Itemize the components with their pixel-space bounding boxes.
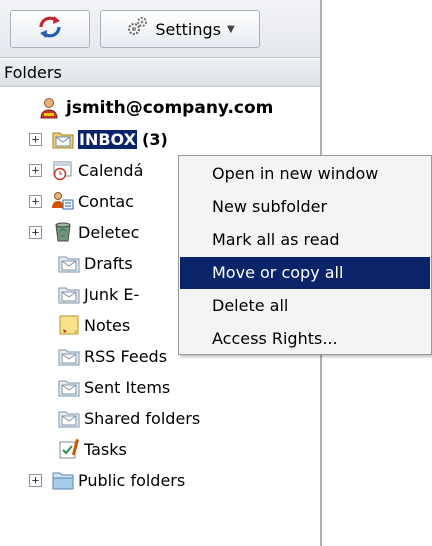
tasks-icon xyxy=(58,438,80,459)
expand-icon[interactable]: + xyxy=(29,133,42,146)
drafts-label: Drafts xyxy=(84,253,133,273)
inbox-folder-icon xyxy=(52,129,74,149)
public-label: Public folders xyxy=(78,470,186,490)
menu-item-mark-all-as-read[interactable]: Mark all as read xyxy=(180,224,430,256)
expand-icon[interactable]: + xyxy=(29,164,42,177)
user-icon xyxy=(38,97,60,119)
context-menu: Open in new window New subfolder Mark al… xyxy=(178,155,432,355)
chevron-down-icon: ▼ xyxy=(226,23,235,35)
expand-icon[interactable]: + xyxy=(29,226,42,239)
expand-icon[interactable]: + xyxy=(29,195,42,208)
account-label: jsmith@company.com xyxy=(66,98,274,118)
refresh-button[interactable] xyxy=(10,10,90,48)
contacts-icon xyxy=(52,191,74,211)
calendar-label: Calendá xyxy=(78,160,144,180)
junk-label: Junk E- xyxy=(84,284,140,304)
expand-icon[interactable]: + xyxy=(29,474,42,487)
inbox-label: INBOX xyxy=(78,129,137,149)
toolbar: Settings ▼ xyxy=(0,0,320,58)
menu-item-new-subfolder[interactable]: New subfolder xyxy=(180,191,430,223)
recycle-bin-icon xyxy=(52,221,74,242)
rss-label: RSS Feeds xyxy=(84,346,168,366)
gear-icon xyxy=(125,15,149,43)
shared-label: Shared folders xyxy=(84,408,201,428)
drafts-folder-icon xyxy=(58,253,80,273)
junk-folder-icon xyxy=(58,284,80,304)
public-folder-icon xyxy=(52,470,74,490)
menu-item-move-or-copy-all[interactable]: Move or copy all xyxy=(180,257,430,289)
shared-folder-icon xyxy=(58,408,80,428)
rss-folder-icon xyxy=(58,346,80,366)
sent-label: Sent Items xyxy=(84,377,171,397)
deleted-label: Deletec xyxy=(78,222,140,242)
sent-folder-icon xyxy=(58,377,80,397)
tasks-label: Tasks xyxy=(84,439,127,459)
folders-header: Folders xyxy=(0,59,320,87)
menu-item-access-rights[interactable]: Access Rights... xyxy=(180,323,430,355)
notes-icon xyxy=(58,314,80,335)
notes-label: Notes xyxy=(84,315,131,335)
contacts-label: Contac xyxy=(78,191,134,211)
refresh-icon xyxy=(37,14,63,44)
settings-button[interactable]: Settings ▼ xyxy=(100,10,260,48)
calendar-icon xyxy=(52,159,74,181)
unread-count: (3) xyxy=(142,129,168,149)
menu-item-open-in-new-window[interactable]: Open in new window xyxy=(180,158,430,190)
menu-item-delete-all[interactable]: Delete all xyxy=(180,290,430,322)
settings-label: Settings xyxy=(155,19,221,39)
